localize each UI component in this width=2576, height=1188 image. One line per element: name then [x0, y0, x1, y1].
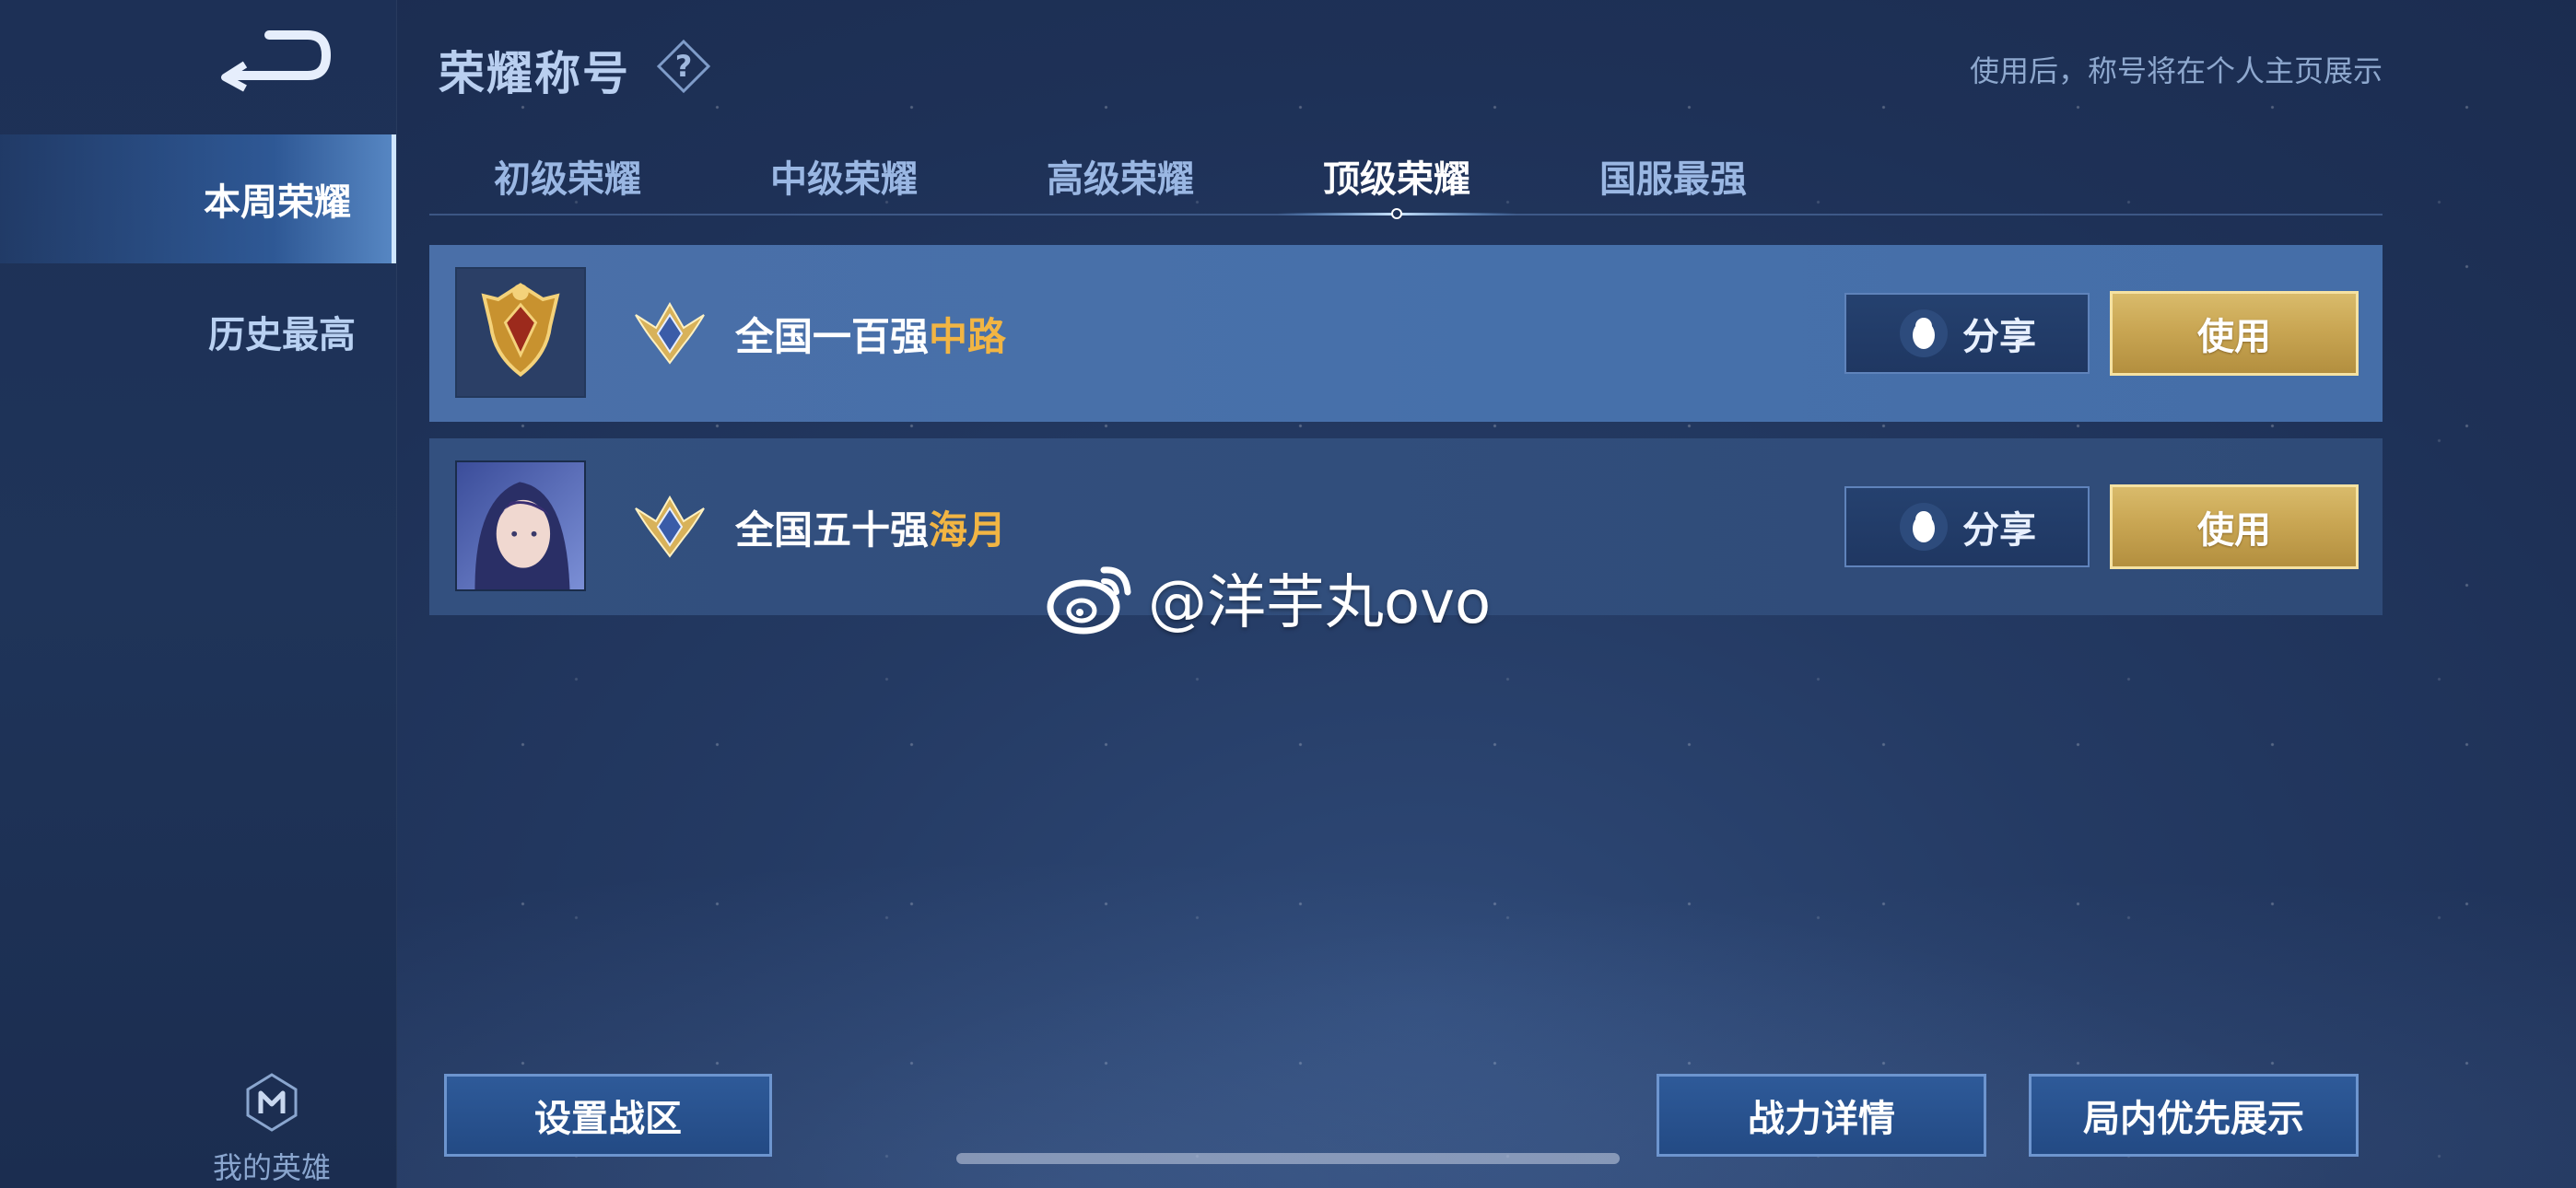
title-hero-name: 中路: [929, 313, 1007, 359]
use-button[interactable]: 使用: [2110, 291, 2359, 376]
power-details-label: 战力详情: [1748, 1098, 1895, 1140]
power-details-button[interactable]: 战力详情: [1657, 1074, 1986, 1157]
priority-display-button[interactable]: 局内优先展示: [2029, 1074, 2359, 1157]
sidebar: 本周荣耀 历史最高 我的英雄: [0, 0, 397, 1188]
sidebar-item-label: 本周荣耀: [204, 181, 351, 224]
tab-intermediate-glory[interactable]: 中级荣耀: [706, 138, 982, 214]
back-button[interactable]: [214, 28, 334, 92]
share-button[interactable]: 分享: [1844, 293, 2090, 374]
title-text: 全国一百强 中路: [735, 245, 1006, 422]
weibo-logo-icon: [1047, 566, 1131, 635]
my-hero-button[interactable]: 我的英雄: [193, 1073, 350, 1187]
use-label: 使用: [2197, 509, 2271, 552]
help-icon[interactable]: ?: [656, 39, 711, 94]
tab-bar: 初级荣耀 中级荣耀 高级荣耀 顶级荣耀 国服最强: [429, 138, 2383, 219]
page-title: 荣耀称号: [439, 47, 630, 100]
share-label: 分享: [1962, 509, 2036, 552]
sidebar-item-label: 历史最高: [208, 314, 356, 356]
title-prefix: 全国五十强: [735, 507, 930, 553]
share-button[interactable]: 分享: [1844, 486, 2090, 567]
sidebar-item-this-week[interactable]: 本周荣耀: [0, 134, 396, 263]
set-region-label: 设置战区: [534, 1098, 682, 1140]
use-label: 使用: [2197, 316, 2271, 358]
watermark-text: @洋芋丸ovo: [1148, 569, 1492, 637]
qq-penguin-icon: [1900, 309, 1948, 357]
my-hero-label: 我的英雄: [212, 1150, 331, 1185]
tab-senior-glory[interactable]: 高级荣耀: [982, 138, 1259, 214]
active-tab-indicator: [1277, 208, 1516, 219]
tab-label: 中级荣耀: [770, 158, 918, 201]
hero-portrait-icon: [455, 460, 586, 591]
title-prefix: 全国一百强: [735, 313, 930, 359]
qq-penguin-icon: [1900, 503, 1948, 551]
priority-display-label: 局内优先展示: [2083, 1098, 2304, 1140]
title-text: 全国五十强 海月: [735, 438, 1006, 615]
tab-server-strongest[interactable]: 国服最强: [1535, 138, 1811, 214]
gold-rank-emblem-icon: [455, 267, 586, 398]
title-row[interactable]: 全国一百强 中路 分享 使用: [429, 245, 2383, 422]
tab-label: 国服最强: [1599, 158, 1747, 201]
usage-hint: 使用后，称号将在个人主页展示: [1969, 53, 2383, 88]
winged-rank-badge-icon: [635, 495, 705, 558]
tab-top-glory[interactable]: 顶级荣耀: [1259, 138, 1535, 219]
sidebar-item-history-best[interactable]: 历史最高: [0, 267, 396, 396]
hero-emblem-icon: [246, 1073, 298, 1132]
use-button[interactable]: 使用: [2110, 484, 2359, 569]
tab-label: 高级荣耀: [1047, 158, 1194, 201]
tab-label: 顶级荣耀: [1323, 158, 1470, 201]
weibo-watermark: @洋芋丸ovo: [1047, 556, 1491, 639]
title-hero-name: 海月: [929, 507, 1007, 553]
tab-junior-glory[interactable]: 初级荣耀: [429, 138, 706, 214]
home-indicator[interactable]: [956, 1153, 1620, 1164]
set-region-button[interactable]: 设置战区: [444, 1074, 772, 1157]
tab-label: 初级荣耀: [494, 158, 641, 201]
back-arrow-icon: [221, 30, 332, 92]
winged-rank-badge-icon: [635, 301, 705, 365]
share-label: 分享: [1962, 316, 2036, 358]
svg-text:?: ?: [675, 49, 693, 84]
